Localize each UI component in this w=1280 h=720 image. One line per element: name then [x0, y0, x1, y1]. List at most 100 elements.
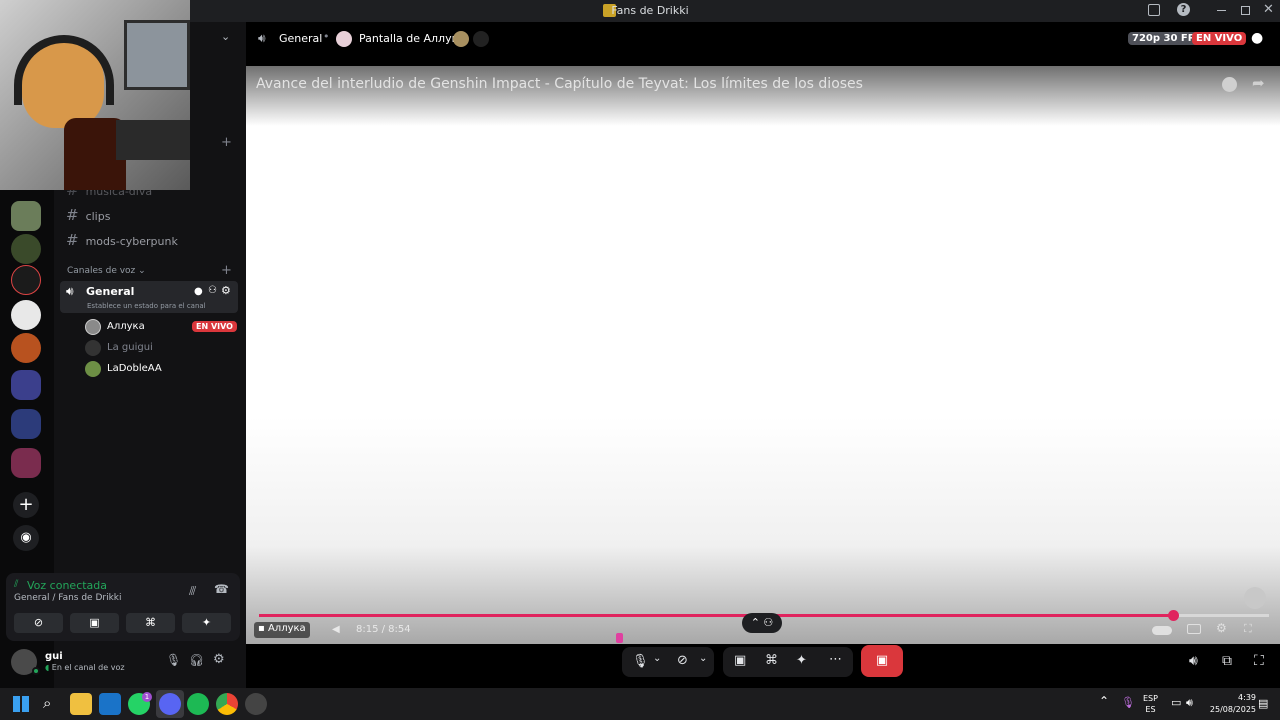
volume-tray-icon[interactable]: 🔊︎: [1186, 696, 1193, 710]
activity-button[interactable]: ⌘: [126, 613, 175, 633]
mic-tray-icon[interactable]: 🎙︎: [1121, 696, 1135, 709]
add-server-icon[interactable]: +: [13, 492, 39, 518]
voice-status: Voz conectada: [27, 579, 108, 592]
subtitles-icon[interactable]: [1187, 624, 1201, 634]
autoplay-toggle[interactable]: [1152, 626, 1172, 635]
progress-handle[interactable]: [1168, 610, 1180, 621]
guild-icon[interactable]: [11, 265, 41, 295]
avatar: [85, 361, 101, 377]
chat-icon[interactable]: ●: [1251, 30, 1263, 46]
gear-icon[interactable]: ⚙: [221, 284, 231, 297]
mic-icon[interactable]: 🎙︎: [166, 653, 181, 667]
camera-off-button[interactable]: ⊘: [14, 613, 63, 633]
file-explorer-icon[interactable]: [70, 693, 92, 715]
channel-text[interactable]: # clips: [66, 206, 110, 224]
discord-icon[interactable]: [159, 693, 181, 715]
spotify-icon[interactable]: [187, 693, 209, 715]
start-icon[interactable]: [13, 696, 29, 712]
member-name[interactable]: Аллука: [107, 321, 145, 332]
share-icon[interactable]: ➦: [1252, 74, 1265, 92]
member-name[interactable]: La guigui: [107, 342, 153, 353]
clock[interactable]: 4:39 25/08/2025: [1204, 692, 1256, 716]
chrome-icon[interactable]: [216, 693, 238, 715]
volume-icon[interactable]: 🔊︎: [1189, 653, 1198, 669]
channel-text[interactable]: # mods-cyberpunk: [66, 231, 178, 249]
video-fullscreen-icon[interactable]: ⛶: [1244, 622, 1252, 636]
chevron-down-icon[interactable]: ⌄: [653, 653, 661, 664]
channel-breadcrumb[interactable]: General: [279, 32, 322, 45]
voice-category-header[interactable]: Canales de voz ⌄: [67, 266, 146, 276]
activity-icon[interactable]: ✦: [796, 653, 807, 668]
add-voice-channel-icon[interactable]: +: [221, 263, 232, 278]
member-name[interactable]: LaDobleAA: [107, 363, 162, 374]
invite-icon[interactable]: ⚇: [208, 285, 217, 296]
add-channel-icon[interactable]: +: [221, 135, 232, 150]
chevron-down-icon[interactable]: ⌄: [699, 653, 707, 664]
discover-icon[interactable]: ◉: [13, 525, 39, 551]
clock-icon[interactable]: [1222, 77, 1237, 92]
help-icon[interactable]: ?: [1177, 3, 1190, 16]
inbox-icon[interactable]: [1148, 4, 1160, 16]
voice-location[interactable]: General / Fans de Drikki: [14, 593, 122, 603]
chevron-down-icon[interactable]: ⌄: [221, 30, 230, 43]
chevron-up-icon[interactable]: ⌃: [1099, 694, 1109, 708]
chat-icon[interactable]: ●: [194, 286, 203, 297]
guild-icon[interactable]: [11, 234, 41, 264]
guild-icon[interactable]: [11, 201, 41, 231]
search-icon[interactable]: ⌕: [43, 694, 51, 712]
mic-camera-group: 🎙︎ ⌄ ⊘ ⌄: [622, 647, 714, 677]
user-name: gui: [45, 651, 63, 662]
avatar: [473, 31, 489, 47]
voice-channel-name: General: [86, 285, 135, 298]
settings-icon[interactable]: ⚙: [213, 652, 225, 667]
signal-icon[interactable]: ⫽: [14, 579, 18, 590]
video-settings-icon[interactable]: ⚙: [1216, 621, 1227, 635]
minimize-icon[interactable]: [1217, 10, 1226, 11]
mic-icon[interactable]: 🎙︎: [632, 654, 649, 669]
guild-folder[interactable]: [11, 409, 41, 439]
more-icon[interactable]: ⋯: [829, 652, 842, 667]
noise-suppression-icon[interactable]: ⫻: [189, 584, 196, 599]
stream-video[interactable]: Avance del interludio de Genshin Impact …: [246, 66, 1280, 644]
activity-group: ▣ ⌘ ✦ ⋯: [723, 647, 853, 677]
volume-small-icon[interactable]: ◀: [332, 624, 340, 635]
guild-folder[interactable]: [11, 370, 41, 400]
headphones-icon[interactable]: 🎧︎: [189, 653, 204, 667]
guild-folder[interactable]: [11, 448, 41, 478]
screen-share-icon[interactable]: ▣: [734, 653, 746, 668]
disconnect-icon[interactable]: ☎: [214, 582, 229, 596]
app-icon[interactable]: [245, 693, 267, 715]
fullscreen-icon[interactable]: ⛶: [1254, 653, 1264, 669]
hash-icon: #: [66, 231, 79, 249]
language-indicator[interactable]: ESP ES: [1143, 693, 1158, 715]
notifications-icon[interactable]: ▤: [1258, 697, 1268, 710]
monitor-shape: [124, 20, 190, 90]
voice-channel-status[interactable]: Establece un estado para el canal: [87, 302, 206, 310]
video-time: 8:15 / 8:54: [356, 624, 411, 635]
screen-share-button[interactable]: ▣: [70, 613, 119, 633]
streamer-label: ▪ Аллука: [254, 622, 310, 638]
outlook-icon[interactable]: [99, 693, 121, 715]
stream-topbar: 🔊︎ General • Pantalla de Аллука 720p 30 …: [246, 22, 1280, 57]
expand-participants-button[interactable]: ⌃ ⚇: [742, 613, 782, 633]
hash-icon: #: [66, 206, 79, 224]
keyboard-shape: [116, 120, 190, 160]
voice-panel: ⫽ Voz conectada General / Fans de Drikki…: [6, 573, 240, 641]
close-icon[interactable]: ✕: [1263, 2, 1274, 17]
online-dot: [32, 667, 40, 675]
popout-icon[interactable]: ⧉: [1222, 653, 1232, 669]
camera-off-icon[interactable]: ⊘: [677, 653, 688, 668]
soundboard-button[interactable]: ✦: [182, 613, 231, 633]
window-titlebar: Fans de Drikki ? ✕: [0, 0, 1280, 22]
notification-badge: 1: [142, 692, 152, 702]
maximize-icon[interactable]: [1241, 6, 1250, 15]
webcam-overlay[interactable]: [0, 0, 190, 190]
network-icon[interactable]: ▭: [1171, 696, 1181, 709]
gamepad-icon[interactable]: ⌘: [765, 653, 778, 668]
guild-icon[interactable]: [11, 300, 41, 330]
video-title[interactable]: Avance del interludio de Genshin Impact …: [256, 76, 863, 92]
avatar: [453, 31, 469, 47]
end-stream-button[interactable]: ▣: [861, 645, 903, 677]
voice-channel-general[interactable]: 🔊︎ General Establece un estado para el c…: [60, 281, 238, 313]
guild-icon[interactable]: [11, 333, 41, 363]
